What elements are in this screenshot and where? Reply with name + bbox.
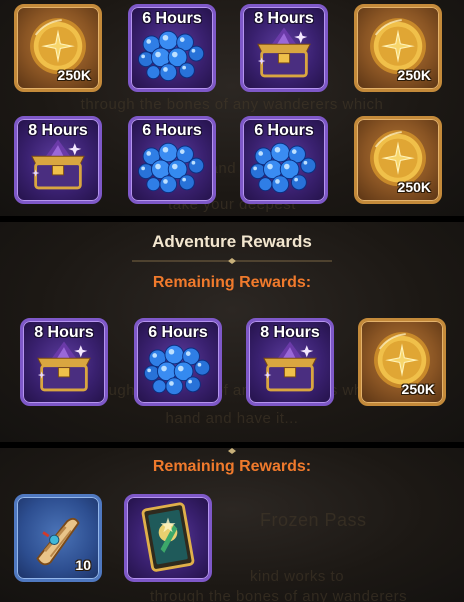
section-title: Adventure Rewards <box>152 232 312 251</box>
reward-duration: 8 Hours <box>260 324 320 341</box>
reward-duration: 8 Hours <box>28 122 88 139</box>
reward-duration: 6 Hours <box>142 10 202 27</box>
rewards-panel-bottom: Frozen Pass kind works to through the bo… <box>0 448 464 602</box>
reward-quantity: 250K <box>401 381 435 397</box>
scroll-reward[interactable]: 10 <box>14 494 102 582</box>
reward-duration: 6 Hours <box>148 324 208 341</box>
reward-quantity: 250K <box>397 67 431 83</box>
reward-duration: 8 Hours <box>34 324 94 341</box>
divider-ornament <box>132 258 332 264</box>
background-text: hand and have it... <box>165 410 299 427</box>
adventure-rewards-panel: through the bones of any wanderers which… <box>0 222 464 442</box>
card-icon <box>127 497 209 579</box>
purple-chest-reward[interactable]: 8 Hours <box>246 318 334 406</box>
gold-coin-reward[interactable]: 250K <box>14 4 102 92</box>
reward-quantity: 250K <box>397 179 431 195</box>
rewards-panel-top: through the bones of any wanderers which… <box>0 0 464 216</box>
background-text: kind works to <box>250 568 345 585</box>
blue-orbs-reward[interactable]: 6 Hours <box>240 116 328 204</box>
blue-orbs-reward[interactable]: 6 Hours <box>128 116 216 204</box>
divider-ornament <box>228 448 236 454</box>
reward-quantity: 10 <box>75 557 91 573</box>
background-text: through the bones of any wanderers <box>150 588 408 602</box>
reward-duration: 6 Hours <box>142 122 202 139</box>
background-text: through the bones of any wanderers which <box>80 96 384 113</box>
blue-orbs-reward[interactable]: 6 Hours <box>128 4 216 92</box>
gold-coin-reward[interactable]: 250K <box>358 318 446 406</box>
reward-duration: 6 Hours <box>254 122 314 139</box>
background-text: Frozen Pass <box>260 510 367 530</box>
reward-quantity: 250K <box>57 67 91 83</box>
purple-chest-reward[interactable]: 8 Hours <box>14 116 102 204</box>
remaining-rewards-label: Remaining Rewards: <box>152 274 312 291</box>
remaining-rewards-label: Remaining Rewards: <box>152 458 312 475</box>
gold-coin-reward[interactable]: 250K <box>354 116 442 204</box>
gold-coin-reward[interactable]: 250K <box>354 4 442 92</box>
purple-chest-reward[interactable]: 8 Hours <box>20 318 108 406</box>
card-reward[interactable] <box>124 494 212 582</box>
reward-duration: 8 Hours <box>254 10 314 27</box>
purple-chest-reward[interactable]: 8 Hours <box>240 4 328 92</box>
blue-orbs-reward[interactable]: 6 Hours <box>134 318 222 406</box>
